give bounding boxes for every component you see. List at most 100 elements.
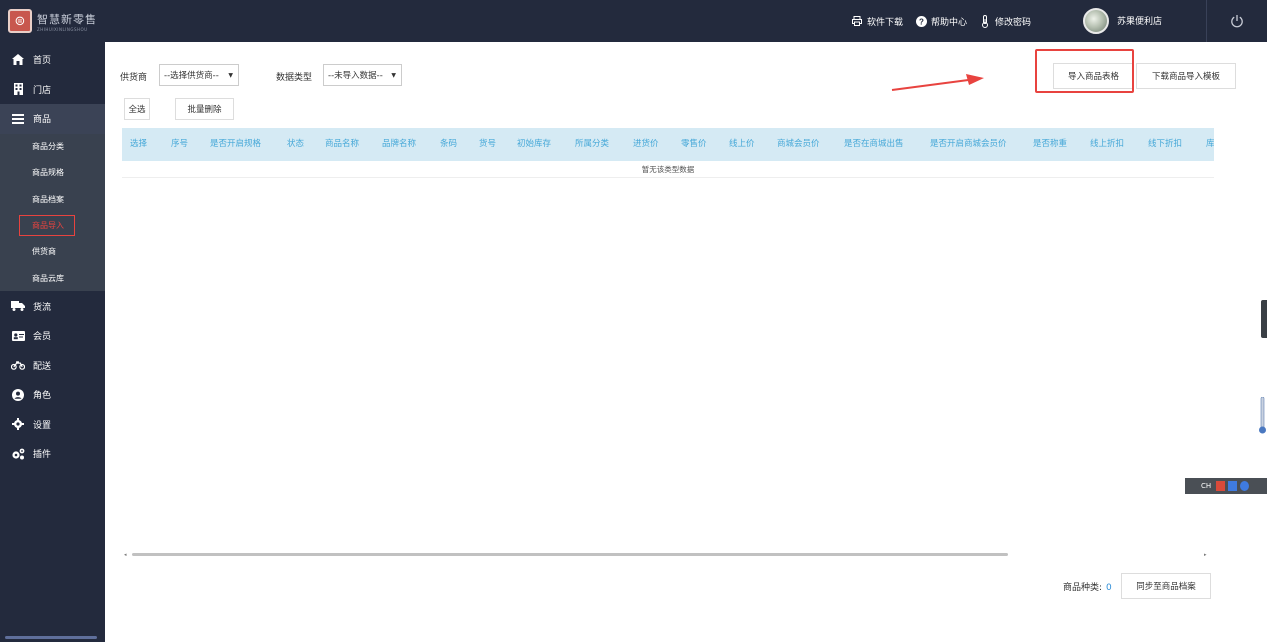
product-import-table: 选择 序号 是否开启规格 状态 商品名称 品牌名称 条码 货号 初始库存 所属分… <box>122 128 1214 553</box>
column-header[interactable]: 选择 <box>130 128 147 161</box>
ime-help-icon[interactable] <box>1240 481 1250 491</box>
sidebar-item-label: 角色 <box>33 391 52 402</box>
column-header[interactable]: 条码 <box>440 128 457 161</box>
sidebar-item-label: 货流 <box>33 302 52 313</box>
logout-button[interactable] <box>1206 0 1267 42</box>
sidebar-subitem-category[interactable]: 商品分类 <box>0 134 105 160</box>
product-count-label: 商品种类: <box>1063 583 1103 593</box>
top-bar: ⊜ 智慧新零售 ZHIHUIXINLINGSHOU 软件下载 ? 帮助中心 修改… <box>0 0 1267 42</box>
empty-state-row: 暂无该类型数据 <box>122 161 1214 178</box>
ime-keyboard-icon[interactable] <box>1228 481 1238 491</box>
column-header[interactable]: 进货价 <box>633 128 659 161</box>
sidebar-subitem-supplier[interactable]: 供货商 <box>0 239 105 265</box>
change-password-label: 修改密码 <box>995 17 1032 28</box>
store-icon <box>11 82 25 96</box>
column-header[interactable]: 是否称重 <box>1033 128 1067 161</box>
sidebar-scrollbar[interactable] <box>5 636 97 639</box>
chevron-down-icon: ▼ <box>391 71 396 79</box>
sidebar-item-delivery[interactable]: 配送 <box>0 350 105 380</box>
logo-subtext: ZHIHUIXINLINGSHOU <box>37 26 88 32</box>
sidebar-item-label: 门店 <box>33 85 52 96</box>
supplier-select-value: --选择供货商-- <box>164 71 219 81</box>
user-circle-icon <box>11 388 25 402</box>
sync-to-archive-button[interactable]: 同步至商品档案 <box>1121 573 1211 599</box>
column-header[interactable]: 商城会员价 <box>777 128 820 161</box>
supplier-label: 供货商 <box>120 73 148 83</box>
sidebar-item-members[interactable]: 会员 <box>0 321 105 351</box>
subitem-label: 商品档案 <box>32 194 64 204</box>
sidebar-item-plugins[interactable]: 插件 <box>0 439 105 469</box>
change-password-link[interactable]: 修改密码 <box>979 14 1032 28</box>
column-header[interactable]: 线下折扣 <box>1148 128 1182 161</box>
column-header[interactable]: 线上价 <box>729 128 755 161</box>
subitem-label: 商品云库 <box>32 273 64 283</box>
scroll-left-icon[interactable]: ◂ <box>124 552 127 558</box>
sidebar-item-store[interactable]: 门店 <box>0 75 105 105</box>
logo[interactable]: ⊜ 智慧新零售 ZHIHUIXINLINGSHOU <box>8 7 108 35</box>
motorcycle-icon <box>11 358 25 372</box>
logo-text: 智慧新零售 <box>37 12 97 26</box>
sidebar-subitem-archive[interactable]: 商品档案 <box>0 186 105 212</box>
help-center-link[interactable]: ? 帮助中心 <box>915 15 967 28</box>
column-header[interactable]: 零售价 <box>681 128 707 161</box>
home-icon <box>11 53 25 67</box>
sidebar-subitem-spec[interactable]: 商品规格 <box>0 160 105 186</box>
supplier-select[interactable]: --选择供货商-- ▼ <box>159 64 239 86</box>
annotation-arrow-icon <box>891 74 984 91</box>
product-count-value: 0 <box>1106 583 1112 593</box>
sidebar-subitem-cloud[interactable]: 商品云库 <box>0 265 105 291</box>
logo-mark-icon: ⊜ <box>8 9 32 33</box>
sidebar-item-settings[interactable]: 设置 <box>0 409 105 439</box>
gear-icon <box>11 417 25 431</box>
avatar[interactable] <box>1083 8 1109 34</box>
table-horizontal-scrollbar[interactable]: ◂ ▸ <box>122 552 1214 558</box>
printer-icon <box>851 15 863 27</box>
thermometer-widget-icon[interactable] <box>1258 396 1267 435</box>
batch-delete-button[interactable]: 批量删除 <box>175 98 234 120</box>
column-header[interactable]: 是否开启规格 <box>210 128 261 161</box>
sidebar-item-label: 插件 <box>33 450 52 461</box>
sidebar-item-label: 配送 <box>33 361 52 372</box>
sidebar-item-logistics[interactable]: 货流 <box>0 291 105 321</box>
column-header[interactable]: 是否开启商城会员价 <box>930 128 1007 161</box>
import-products-button[interactable]: 导入商品表格 <box>1053 63 1134 89</box>
select-all-label: 全选 <box>128 105 146 115</box>
menu-icon <box>11 112 25 126</box>
id-card-icon <box>11 329 25 343</box>
sidebar-subitem-import[interactable]: 商品导入 <box>0 212 105 238</box>
column-header[interactable]: 商品名称 <box>325 128 359 161</box>
column-header[interactable]: 品牌名称 <box>382 128 416 161</box>
datatype-select-value: --未导入数据-- <box>328 71 383 81</box>
column-header[interactable]: 所属分类 <box>575 128 609 161</box>
column-header[interactable]: 初始库存 <box>517 128 551 161</box>
products-submenu: 商品分类 商品规格 商品档案 商品导入 供货商 商品云库 <box>0 133 105 292</box>
sidebar: 首页 门店 商品 商品分类 商品规格 商品档案 商品导入 供货商 商品云库 货流… <box>0 42 105 642</box>
power-icon <box>1231 15 1243 28</box>
column-header[interactable]: 库 <box>1206 128 1214 161</box>
help-center-label: 帮助中心 <box>931 17 968 28</box>
sync-to-archive-label: 同步至商品档案 <box>1136 582 1196 592</box>
chevron-down-icon: ▼ <box>228 71 233 79</box>
column-header[interactable]: 线上折扣 <box>1090 128 1124 161</box>
sidebar-item-home[interactable]: 首页 <box>0 45 105 75</box>
column-header[interactable]: 序号 <box>171 128 188 161</box>
scrollbar-thumb[interactable] <box>132 553 1008 556</box>
software-download-link[interactable]: 软件下载 <box>851 15 903 28</box>
store-name[interactable]: 苏果便利店 <box>1117 14 1162 27</box>
column-header[interactable]: 是否在商城出售 <box>844 128 904 161</box>
download-template-button[interactable]: 下载商品导入模板 <box>1136 63 1236 89</box>
ime-mode-icon[interactable] <box>1216 481 1226 491</box>
truck-icon <box>11 299 25 313</box>
ime-toolbar[interactable]: CH <box>1185 478 1267 494</box>
scroll-right-icon[interactable]: ▸ <box>1204 552 1207 558</box>
table-header: 选择 序号 是否开启规格 状态 商品名称 品牌名称 条码 货号 初始库存 所属分… <box>122 128 1214 161</box>
sidebar-item-products[interactable]: 商品 <box>0 104 105 134</box>
sidebar-item-roles[interactable]: 角色 <box>0 380 105 410</box>
column-header[interactable]: 状态 <box>287 128 304 161</box>
ime-lang-label[interactable]: CH <box>1199 481 1213 491</box>
select-all-button[interactable]: 全选 <box>124 98 150 120</box>
column-header[interactable]: 货号 <box>479 128 496 161</box>
datatype-select[interactable]: --未导入数据-- ▼ <box>323 64 402 86</box>
side-dock-handle[interactable] <box>1261 300 1267 338</box>
subitem-label: 商品分类 <box>32 142 64 152</box>
